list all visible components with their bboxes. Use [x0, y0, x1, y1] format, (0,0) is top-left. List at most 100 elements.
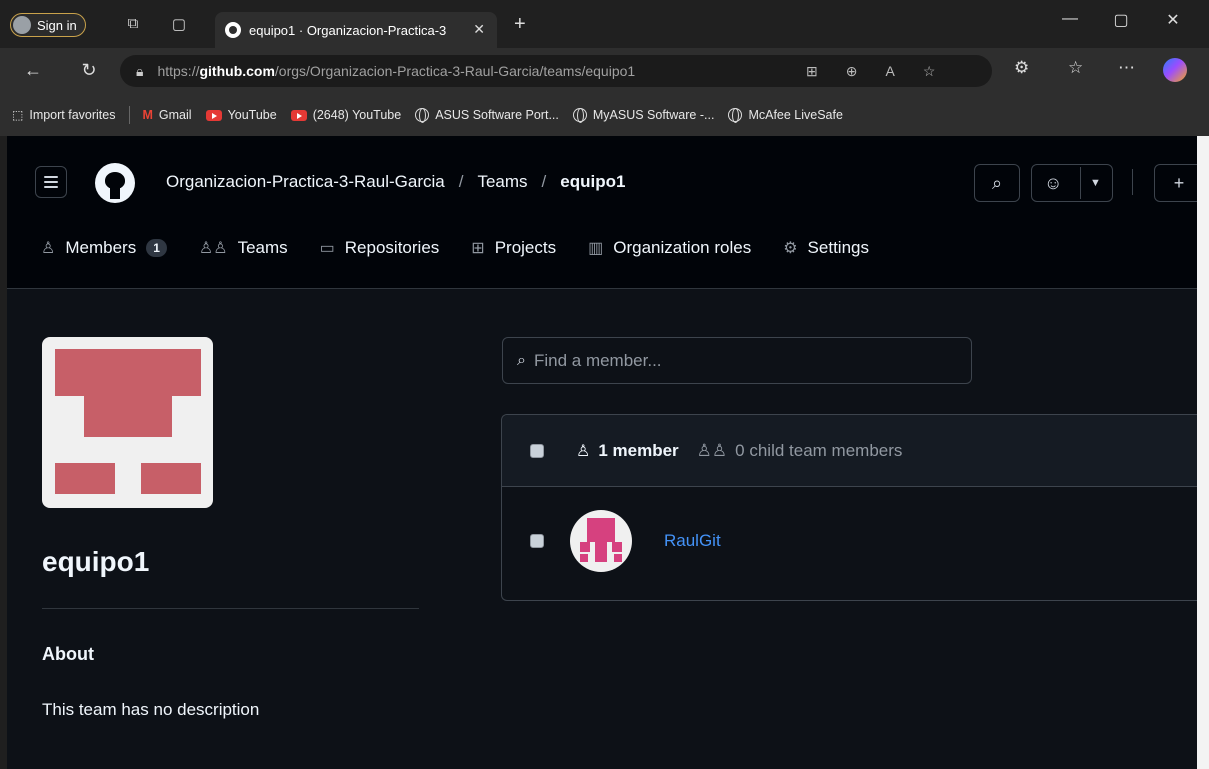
browser-window: Sign in ⧉ ▢ equipo1 · Organizacion-Pract… — [0, 0, 1209, 769]
tab-repositories[interactable]: ▭ Repositories — [320, 238, 440, 258]
bookmark-asus-software-portal[interactable]: ASUS Software Port... — [415, 108, 559, 123]
child-team-members[interactable]: 0 child team members — [735, 441, 902, 461]
bookmark-label: Gmail — [158, 108, 192, 122]
url-domain: github.com — [199, 63, 275, 79]
member-count[interactable]: 1 member — [598, 441, 678, 461]
avatar-block — [55, 463, 115, 494]
members-list-header: ♙ 1 member ♙♙ 0 child team members — [502, 415, 1197, 487]
sidebar-divider — [42, 608, 419, 609]
select-all-checkbox[interactable] — [530, 444, 544, 458]
breadcrumb: Organizacion-Practica-3-Raul-Garcia / Te… — [166, 172, 625, 192]
avatar-block — [84, 396, 172, 437]
sign-in-label: Sign in — [37, 17, 77, 33]
search-placeholder: Find a member... — [533, 350, 662, 370]
search-icon: ⌕ — [517, 351, 526, 369]
tab-title: equipo1 · Organizacion-Practica-3 — [249, 22, 447, 38]
avatar-block — [587, 518, 615, 542]
find-member-input[interactable]: ⌕ Find a member... — [502, 337, 972, 384]
menu-button[interactable] — [35, 166, 67, 198]
import-icon: ⬚ — [12, 108, 24, 122]
chevron-down-icon[interactable]: ▼ — [1090, 177, 1101, 189]
back-icon[interactable]: ← — [22, 60, 44, 81]
github-logo-icon[interactable] — [95, 163, 135, 203]
tab-teams[interactable]: ♙♙ Teams — [199, 238, 288, 258]
copilot-button[interactable]: ☺ ▼ — [1031, 164, 1113, 202]
globe-icon — [572, 108, 587, 123]
url-actions: ⊞ ⊕ A ☆ — [806, 55, 935, 87]
tab-teams-label: Teams — [237, 238, 288, 257]
bookmark-mcafee-livesafe[interactable]: McAfee LiveSafe — [728, 108, 843, 123]
menu-line — [44, 181, 58, 183]
repo-icon: ▭ — [319, 240, 335, 257]
sign-in-button[interactable]: Sign in — [10, 13, 86, 37]
team-avatar — [42, 337, 213, 508]
tab-settings[interactable]: ⚙ Settings — [783, 238, 869, 258]
minimize-icon[interactable]: — — [1055, 10, 1085, 28]
bookmark-myasus-software[interactable]: MyASUS Software -... — [572, 108, 714, 123]
breadcrumb-org[interactable]: Organizacion-Practica-3-Raul-Garcia — [166, 172, 445, 192]
globe-icon — [415, 108, 430, 123]
workspaces-icon[interactable]: ⧉ — [124, 15, 142, 32]
org-tab-nav: ♙ Members 1 ♙♙ Teams ▭ Repositories ⊞ Pr… — [41, 238, 901, 258]
close-tab-icon[interactable]: ✕ — [473, 21, 485, 38]
tab-projects[interactable]: ⊞ Projects — [471, 238, 556, 258]
person-icon: ♙ — [41, 240, 56, 257]
copilot-icon[interactable] — [1163, 58, 1187, 82]
people-icon: ♙♙ — [198, 240, 228, 257]
avatar-block — [595, 542, 607, 562]
github-favicon-icon — [225, 22, 241, 38]
avatar-block — [55, 349, 201, 396]
read-aloud-icon[interactable]: A — [885, 63, 894, 79]
bookmark-label: McAfee LiveSafe — [748, 108, 843, 122]
tab-projects-label: Projects — [494, 238, 557, 257]
plus-icon: + — [1173, 172, 1185, 193]
avatar[interactable] — [570, 510, 632, 572]
youtube-icon — [290, 109, 307, 121]
search-icon: ⌕ — [991, 172, 1003, 193]
create-new-button[interactable]: + — [1154, 164, 1197, 202]
organization-icon: ▥ — [588, 240, 604, 257]
about-heading: About — [42, 644, 94, 664]
browser-tab[interactable]: equipo1 · Organizacion-Practica-3 ✕ — [215, 12, 497, 48]
member-checkbox[interactable] — [530, 534, 544, 548]
breadcrumb-teams[interactable]: Teams — [477, 172, 527, 192]
avatar-block — [580, 554, 588, 562]
address-bar[interactable]: 🔒︎ https://github.com/orgs/Organizacion-… — [120, 55, 992, 87]
profile-icon — [13, 16, 31, 34]
bookmark-gmail[interactable]: M Gmail — [142, 108, 191, 122]
page-scroll-edge — [1197, 136, 1209, 769]
split-screen-icon[interactable]: ⊞ — [806, 63, 818, 80]
header-separator — [1132, 169, 1133, 195]
refresh-icon[interactable]: ↻ — [78, 60, 100, 81]
tab-actions-icon[interactable]: ▢ — [170, 15, 188, 33]
gmail-icon: M — [142, 108, 153, 122]
more-menu-icon[interactable]: ⋯ — [1118, 58, 1135, 78]
bookmarks-bar: ⬚ Import favorites M Gmail YouTube (2648… — [0, 94, 1209, 136]
bookmark-label: YouTube — [227, 108, 277, 122]
bookmark-label: (2648) YouTube — [312, 108, 402, 122]
tab-members[interactable]: ♙ Members 1 — [41, 238, 167, 258]
lock-icon[interactable]: 🔒︎ — [136, 63, 143, 80]
search-button[interactable]: ⌕ — [974, 164, 1020, 202]
globe-icon — [728, 108, 743, 123]
favorite-star-icon[interactable]: ☆ — [923, 63, 936, 80]
maximize-icon[interactable]: ▢ — [1106, 10, 1136, 30]
bookmark-youtube-2648[interactable]: (2648) YouTube — [290, 108, 402, 122]
zoom-icon[interactable]: ⊕ — [846, 63, 858, 80]
bookmark-youtube[interactable]: YouTube — [205, 108, 277, 122]
member-username-link[interactable]: RaulGit — [664, 531, 721, 551]
new-tab-icon[interactable]: + — [514, 13, 526, 36]
close-window-icon[interactable]: ✕ — [1158, 10, 1188, 30]
url-path: /orgs/Organizacion-Practica-3-Raul-Garci… — [274, 63, 636, 79]
breadcrumb-current[interactable]: equipo1 — [560, 172, 625, 192]
people-icon: ♙♙ — [696, 441, 728, 460]
avatar-block — [614, 554, 622, 562]
button-divider — [1080, 167, 1081, 199]
extensions-icon[interactable]: ⚙ — [1014, 58, 1029, 78]
gear-icon: ⚙ — [783, 240, 798, 257]
breadcrumb-separator: / — [458, 172, 464, 191]
bookmark-import-favorites[interactable]: ⬚ Import favorites — [12, 108, 115, 122]
favorites-icon[interactable]: ☆ — [1068, 58, 1083, 78]
tab-organization-roles[interactable]: ▥ Organization roles — [588, 238, 751, 258]
person-icon: ♙ — [576, 443, 591, 460]
